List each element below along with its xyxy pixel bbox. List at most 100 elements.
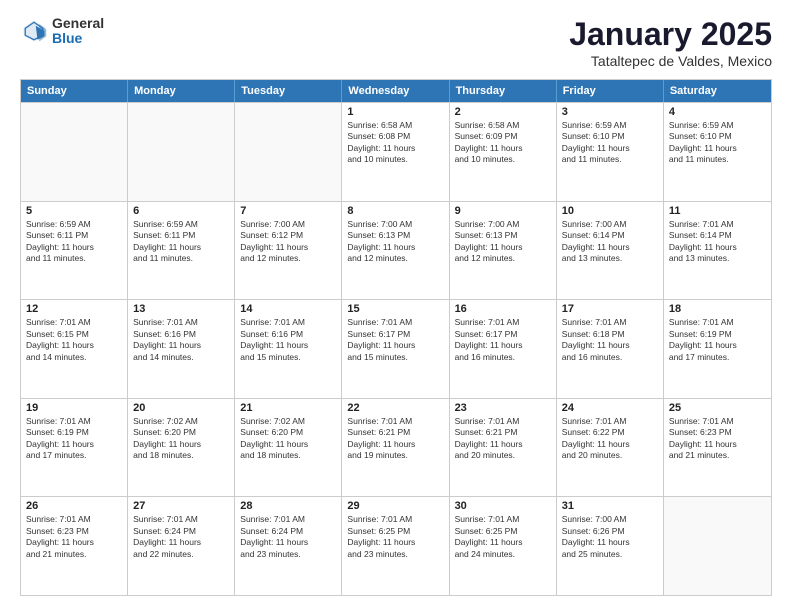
logo-text: General Blue [52, 16, 104, 47]
calendar-row: 1 Sunrise: 6:58 AM Sunset: 6:08 PM Daylig… [21, 102, 771, 201]
day-info: Sunrise: 7:01 AM Sunset: 6:15 PM Dayligh… [26, 317, 122, 363]
day-number: 2 [455, 106, 551, 118]
calendar-cell: 18Sunrise: 7:01 AM Sunset: 6:19 PM Dayli… [664, 300, 771, 398]
calendar-cell: 8Sunrise: 7:00 AM Sunset: 6:13 PM Daylig… [342, 202, 449, 300]
day-info: Sunrise: 7:00 AM Sunset: 6:26 PM Dayligh… [562, 514, 658, 560]
logo-icon [20, 17, 48, 45]
day-info: Sunrise: 7:01 AM Sunset: 6:19 PM Dayligh… [26, 416, 122, 462]
day-info: Sunrise: 7:01 AM Sunset: 6:23 PM Dayligh… [669, 416, 766, 462]
day-info: Sunrise: 6:59 AM Sunset: 6:10 PM Dayligh… [562, 120, 658, 166]
calendar-cell: 24 Sunrise: 7:01 AM Sunset: 6:22 PM Dayli… [557, 399, 664, 497]
calendar-cell: 10 Sunrise: 7:00 AM Sunset: 6:14 PM Dayli… [557, 202, 664, 300]
day-info: Sunrise: 7:01 AM Sunset: 6:16 PM Dayligh… [240, 317, 336, 363]
day-info: Sunrise: 7:01 AM Sunset: 6:24 PM Dayligh… [240, 514, 336, 560]
day-info: Sunrise: 6:58 AM Sunset: 6:09 PM Dayligh… [455, 120, 551, 166]
title-block: January 2025 Tataltepec de Valdes, Mexic… [569, 16, 772, 69]
day-info: Sunrise: 7:01 AM Sunset: 6:25 PM Dayligh… [455, 514, 551, 560]
day-number: 12 [26, 303, 122, 315]
calendar-cell: 23Sunrise: 7:01 AM Sunset: 6:21 PM Dayli… [450, 399, 557, 497]
day-number: 18 [669, 303, 766, 315]
calendar-cell: 27Sunrise: 7:01 AM Sunset: 6:24 PM Dayli… [128, 497, 235, 595]
day-number: 25 [669, 402, 766, 414]
day-info: Sunrise: 7:01 AM Sunset: 6:23 PM Dayligh… [26, 514, 122, 560]
day-number: 16 [455, 303, 551, 315]
calendar-cell: 17 Sunrise: 7:01 AM Sunset: 6:18 PM Dayli… [557, 300, 664, 398]
calendar-cell: 16Sunrise: 7:01 AM Sunset: 6:17 PM Dayli… [450, 300, 557, 398]
day-number: 3 [562, 106, 658, 118]
calendar-body: 1 Sunrise: 6:58 AM Sunset: 6:08 PM Daylig… [21, 102, 771, 595]
day-number: 17 [562, 303, 658, 315]
day-number: 7 [240, 205, 336, 217]
calendar-cell [235, 103, 342, 201]
calendar-header-cell: Friday [557, 80, 664, 102]
calendar-header-cell: Monday [128, 80, 235, 102]
calendar-cell: 2 Sunrise: 6:58 AM Sunset: 6:09 PM Daylig… [450, 103, 557, 201]
calendar-cell: 29 Sunrise: 7:01 AM Sunset: 6:25 PM Dayli… [342, 497, 449, 595]
day-number: 13 [133, 303, 229, 315]
calendar-header-cell: Tuesday [235, 80, 342, 102]
calendar-cell: 28 Sunrise: 7:01 AM Sunset: 6:24 PM Dayli… [235, 497, 342, 595]
day-number: 11 [669, 205, 766, 217]
day-number: 20 [133, 402, 229, 414]
day-info: Sunrise: 7:00 AM Sunset: 6:13 PM Dayligh… [455, 219, 551, 265]
day-info: Sunrise: 7:01 AM Sunset: 6:18 PM Dayligh… [562, 317, 658, 363]
day-number: 24 [562, 402, 658, 414]
logo-general: General [52, 16, 104, 31]
main-title: January 2025 [569, 16, 772, 53]
calendar-cell: 11 Sunrise: 7:01 AM Sunset: 6:14 PM Dayli… [664, 202, 771, 300]
day-info: Sunrise: 7:01 AM Sunset: 6:25 PM Dayligh… [347, 514, 443, 560]
calendar-cell: 21Sunrise: 7:02 AM Sunset: 6:20 PM Dayli… [235, 399, 342, 497]
calendar-header-cell: Sunday [21, 80, 128, 102]
calendar-cell: 3 Sunrise: 6:59 AM Sunset: 6:10 PM Daylig… [557, 103, 664, 201]
calendar-header-row: SundayMondayTuesdayWednesdayThursdayFrid… [21, 80, 771, 102]
calendar-cell: 6 Sunrise: 6:59 AM Sunset: 6:11 PM Daylig… [128, 202, 235, 300]
day-info: Sunrise: 6:59 AM Sunset: 6:11 PM Dayligh… [133, 219, 229, 265]
day-number: 5 [26, 205, 122, 217]
calendar-cell: 13Sunrise: 7:01 AM Sunset: 6:16 PM Dayli… [128, 300, 235, 398]
day-info: Sunrise: 7:01 AM Sunset: 6:24 PM Dayligh… [133, 514, 229, 560]
page: General Blue January 2025 Tataltepec de … [0, 0, 792, 612]
calendar-cell: 1 Sunrise: 6:58 AM Sunset: 6:08 PM Daylig… [342, 103, 449, 201]
day-number: 29 [347, 500, 443, 512]
calendar-cell [128, 103, 235, 201]
day-info: Sunrise: 7:00 AM Sunset: 6:13 PM Dayligh… [347, 219, 443, 265]
header: General Blue January 2025 Tataltepec de … [20, 16, 772, 69]
day-number: 4 [669, 106, 766, 118]
calendar-cell: 9 Sunrise: 7:00 AM Sunset: 6:13 PM Daylig… [450, 202, 557, 300]
day-info: Sunrise: 7:01 AM Sunset: 6:14 PM Dayligh… [669, 219, 766, 265]
day-info: Sunrise: 7:01 AM Sunset: 6:22 PM Dayligh… [562, 416, 658, 462]
calendar-cell: 30 Sunrise: 7:01 AM Sunset: 6:25 PM Dayli… [450, 497, 557, 595]
day-info: Sunrise: 7:02 AM Sunset: 6:20 PM Dayligh… [133, 416, 229, 462]
day-number: 9 [455, 205, 551, 217]
day-number: 10 [562, 205, 658, 217]
day-number: 28 [240, 500, 336, 512]
calendar-cell: 25 Sunrise: 7:01 AM Sunset: 6:23 PM Dayli… [664, 399, 771, 497]
calendar: SundayMondayTuesdayWednesdayThursdayFrid… [20, 79, 772, 596]
calendar-header-cell: Saturday [664, 80, 771, 102]
calendar-cell: 15Sunrise: 7:01 AM Sunset: 6:17 PM Dayli… [342, 300, 449, 398]
logo-blue: Blue [52, 31, 104, 46]
calendar-cell: 4Sunrise: 6:59 AM Sunset: 6:10 PM Daylig… [664, 103, 771, 201]
day-info: Sunrise: 7:01 AM Sunset: 6:17 PM Dayligh… [347, 317, 443, 363]
day-info: Sunrise: 7:00 AM Sunset: 6:14 PM Dayligh… [562, 219, 658, 265]
day-number: 26 [26, 500, 122, 512]
calendar-cell: 22Sunrise: 7:01 AM Sunset: 6:21 PM Dayli… [342, 399, 449, 497]
day-info: Sunrise: 7:01 AM Sunset: 6:21 PM Dayligh… [347, 416, 443, 462]
calendar-header-cell: Wednesday [342, 80, 449, 102]
day-number: 30 [455, 500, 551, 512]
day-number: 1 [347, 106, 443, 118]
day-number: 19 [26, 402, 122, 414]
calendar-cell: 19 Sunrise: 7:01 AM Sunset: 6:19 PM Dayli… [21, 399, 128, 497]
day-info: Sunrise: 7:01 AM Sunset: 6:21 PM Dayligh… [455, 416, 551, 462]
logo: General Blue [20, 16, 104, 47]
day-info: Sunrise: 6:58 AM Sunset: 6:08 PM Dayligh… [347, 120, 443, 166]
calendar-cell: 20 Sunrise: 7:02 AM Sunset: 6:20 PM Dayli… [128, 399, 235, 497]
day-number: 6 [133, 205, 229, 217]
subtitle: Tataltepec de Valdes, Mexico [569, 53, 772, 69]
calendar-cell [21, 103, 128, 201]
day-number: 14 [240, 303, 336, 315]
calendar-row: 5 Sunrise: 6:59 AM Sunset: 6:11 PM Daylig… [21, 201, 771, 300]
calendar-cell [664, 497, 771, 595]
calendar-row: 26 Sunrise: 7:01 AM Sunset: 6:23 PM Dayli… [21, 496, 771, 595]
day-number: 31 [562, 500, 658, 512]
